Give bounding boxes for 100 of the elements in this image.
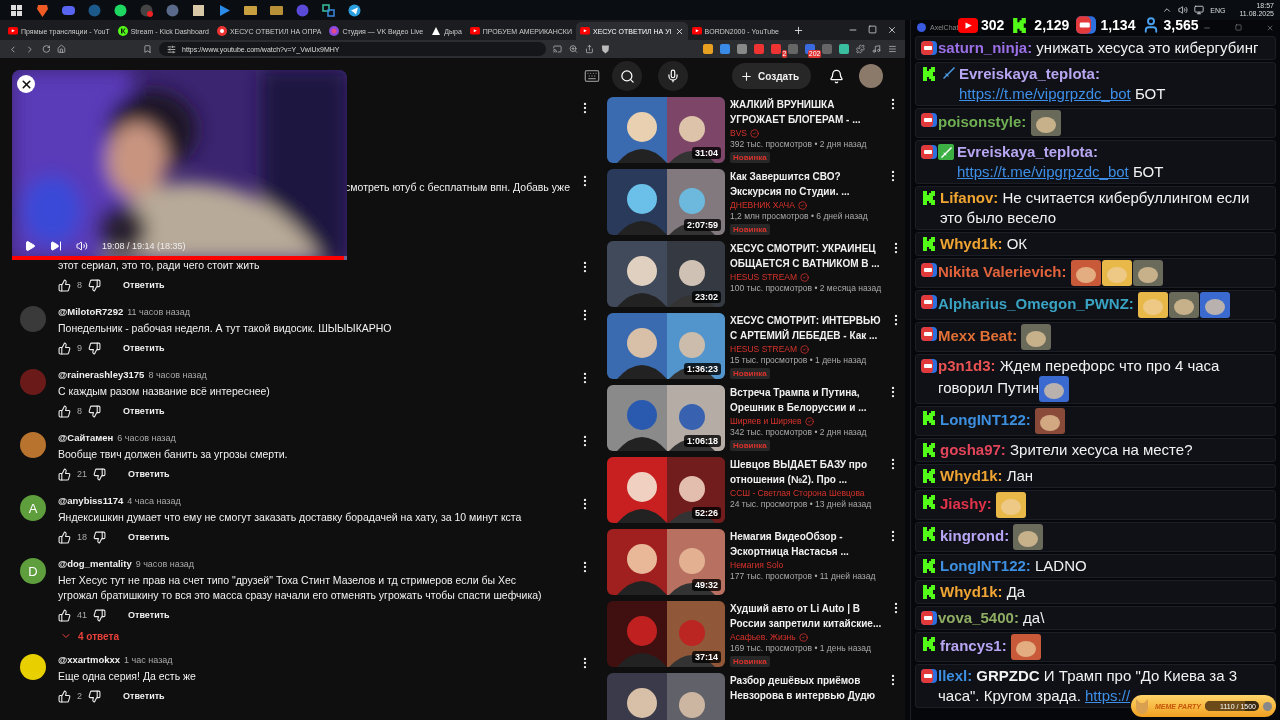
kick-icon bbox=[921, 526, 937, 542]
volume-icon[interactable] bbox=[1178, 5, 1189, 15]
sword-badge-icon bbox=[938, 144, 954, 160]
dog-head-icon bbox=[1133, 697, 1151, 715]
bookmark-icon[interactable] bbox=[143, 44, 153, 54]
record-icon[interactable] bbox=[138, 2, 154, 18]
comment-author[interactable]: @Сайтамен bbox=[58, 432, 114, 443]
video-meta: 392 тыс. просмотров • 2 дня назад bbox=[730, 139, 868, 149]
like-icon[interactable] bbox=[58, 689, 71, 703]
video-title[interactable]: Немагия ВидеоОбзор - Эскортница Настасья ... bbox=[730, 529, 877, 559]
dislike-icon[interactable] bbox=[88, 341, 101, 355]
reply-button[interactable]: Ответить bbox=[119, 341, 169, 355]
close-icon[interactable] bbox=[887, 25, 897, 35]
windows-icon[interactable] bbox=[8, 2, 24, 18]
extension-icon[interactable] bbox=[703, 44, 714, 54]
monitor-icon[interactable] bbox=[1194, 5, 1205, 15]
channel-name[interactable]: Асафьев. Жизнь bbox=[730, 632, 796, 642]
comment-author[interactable]: @anybiss1174 bbox=[58, 495, 124, 506]
reload-icon[interactable] bbox=[41, 44, 51, 54]
comment-time: 9 часов назад bbox=[135, 559, 195, 569]
comment-author[interactable]: @dog_mentality bbox=[58, 558, 132, 569]
reply-button[interactable]: Ответить bbox=[119, 278, 169, 292]
like-icon[interactable] bbox=[58, 278, 71, 292]
play-icon[interactable] bbox=[24, 240, 36, 252]
create-button[interactable]: Создать bbox=[732, 63, 812, 89]
home-icon[interactable] bbox=[57, 44, 67, 54]
video-title[interactable]: ХЕСУС СМОТРИТ: ИНТЕРВЬЮ С АРТЕМИЙ ЛЕБЕДЕВ - Как ... bbox=[730, 313, 880, 343]
cast-icon[interactable] bbox=[553, 44, 563, 54]
volume-icon[interactable] bbox=[76, 240, 88, 252]
video-meta: 15 тыс. просмотров • 1 день назад bbox=[730, 355, 868, 365]
menu-icon[interactable] bbox=[888, 44, 897, 54]
chat-message: francys1: bbox=[940, 634, 1270, 660]
extension-icon[interactable] bbox=[720, 44, 731, 54]
circle-icon bbox=[329, 26, 340, 36]
channel-name[interactable]: BVS bbox=[730, 128, 747, 138]
chat-link[interactable]: https:// bbox=[1085, 687, 1131, 704]
paper-plane-icon[interactable] bbox=[346, 2, 362, 18]
stat-count: 3,565 bbox=[1163, 17, 1199, 33]
like-icon[interactable] bbox=[58, 530, 71, 544]
close-icon[interactable] bbox=[674, 26, 684, 36]
comment-author[interactable]: @rainerashley3175 bbox=[58, 369, 145, 380]
channel-name[interactable]: Немагия Solo bbox=[730, 560, 784, 570]
new-tab-icon[interactable] bbox=[793, 24, 804, 36]
bell-icon bbox=[828, 68, 844, 84]
search-button[interactable] bbox=[612, 61, 642, 91]
reply-button[interactable]: Ответить bbox=[124, 530, 174, 544]
dislike-icon[interactable] bbox=[88, 689, 101, 703]
comment-author[interactable]: @xxartmokxx bbox=[58, 654, 121, 665]
site-info-icon[interactable] bbox=[167, 44, 177, 54]
channel-name[interactable]: HESUS STREAM bbox=[730, 272, 798, 282]
chat-link[interactable]: https://t.me/vipgrpzdc_bot bbox=[957, 163, 1129, 180]
shield-icon[interactable] bbox=[600, 43, 610, 55]
video-title[interactable]: Встреча Трампа и Путина, Орешник в Белоруссии и ... bbox=[730, 385, 877, 415]
like-icon[interactable] bbox=[58, 467, 71, 481]
reply-button[interactable]: Ответить bbox=[119, 404, 169, 418]
video-title[interactable]: ХЕСУС СМОТРИТ: УКРАИНЕЦ ОБЩАЕТСЯ С ВАТНИКОМ В ... bbox=[730, 241, 880, 271]
dislike-icon[interactable] bbox=[93, 608, 106, 622]
reply-button[interactable]: Ответить bbox=[124, 608, 174, 622]
chevron-up-icon[interactable] bbox=[1162, 5, 1173, 15]
comment-author[interactable]: @MilotoR7292 bbox=[58, 306, 124, 317]
dislike-icon[interactable] bbox=[93, 467, 106, 481]
like-icon[interactable] bbox=[58, 608, 71, 622]
channel-name[interactable]: ССШ - Светлая Сторона Шевцова bbox=[730, 488, 865, 498]
extensions-icon[interactable] bbox=[856, 44, 866, 54]
like-icon[interactable] bbox=[58, 404, 71, 418]
extension-icon[interactable] bbox=[737, 44, 748, 54]
avatar: D bbox=[20, 558, 46, 584]
stat-count: 2,129 bbox=[1034, 17, 1070, 33]
keyboard-icon[interactable] bbox=[584, 68, 600, 84]
zoom-icon[interactable] bbox=[569, 44, 578, 54]
extension-icon[interactable] bbox=[839, 44, 850, 54]
avatar[interactable] bbox=[859, 64, 884, 88]
comment-time: 4 часа назад bbox=[127, 496, 181, 506]
chat-link[interactable]: https://t.me/vipgrpzdc_bot bbox=[959, 85, 1131, 102]
channel-name[interactable]: ДНЕВНИК ХАЧА bbox=[730, 200, 795, 210]
next-icon[interactable] bbox=[50, 240, 62, 252]
dislike-icon[interactable] bbox=[88, 278, 101, 292]
comment-time: 6 часов назад bbox=[117, 433, 176, 443]
mic-button[interactable] bbox=[658, 61, 688, 91]
video-duration: 49:32 bbox=[691, 579, 721, 591]
squares-icon[interactable] bbox=[320, 2, 336, 18]
reply-button[interactable]: Ответить bbox=[124, 467, 174, 481]
like-icon[interactable] bbox=[58, 341, 71, 355]
video-title[interactable]: Шевцов ВЫДАЕТ БАЗУ про отношения (№2). Про ... bbox=[730, 457, 877, 487]
triangle-icon bbox=[431, 26, 442, 36]
replies-button[interactable]: 4 ответа bbox=[60, 628, 119, 644]
dislike-icon[interactable] bbox=[88, 404, 101, 418]
channel-name[interactable]: HESUS STREAM bbox=[730, 344, 798, 354]
video-title[interactable]: Худший авто от Li Auto | В России запретили китайские... bbox=[730, 601, 880, 631]
video-title[interactable]: Как Завершится СВО? Экскурсия по Студии. ... bbox=[730, 169, 877, 199]
disc-icon[interactable] bbox=[164, 2, 180, 18]
share-icon[interactable] bbox=[585, 44, 594, 54]
dislike-icon[interactable] bbox=[93, 530, 106, 544]
extension-icon[interactable] bbox=[754, 44, 765, 54]
reply-button[interactable]: Ответить bbox=[119, 689, 169, 703]
video-title[interactable]: Разбор дешёвых приёмов Невзорова в интервью Дудю bbox=[730, 673, 877, 703]
channel-name[interactable]: Ширяев и Ширяев bbox=[730, 416, 802, 426]
video-title[interactable]: ЖАЛКИЙ ВРУНИШКА УГРОЖАЕТ БЛОГЕРАМ - ... bbox=[730, 97, 877, 127]
extension-icon[interactable] bbox=[771, 44, 782, 54]
block-icon[interactable] bbox=[190, 2, 206, 18]
